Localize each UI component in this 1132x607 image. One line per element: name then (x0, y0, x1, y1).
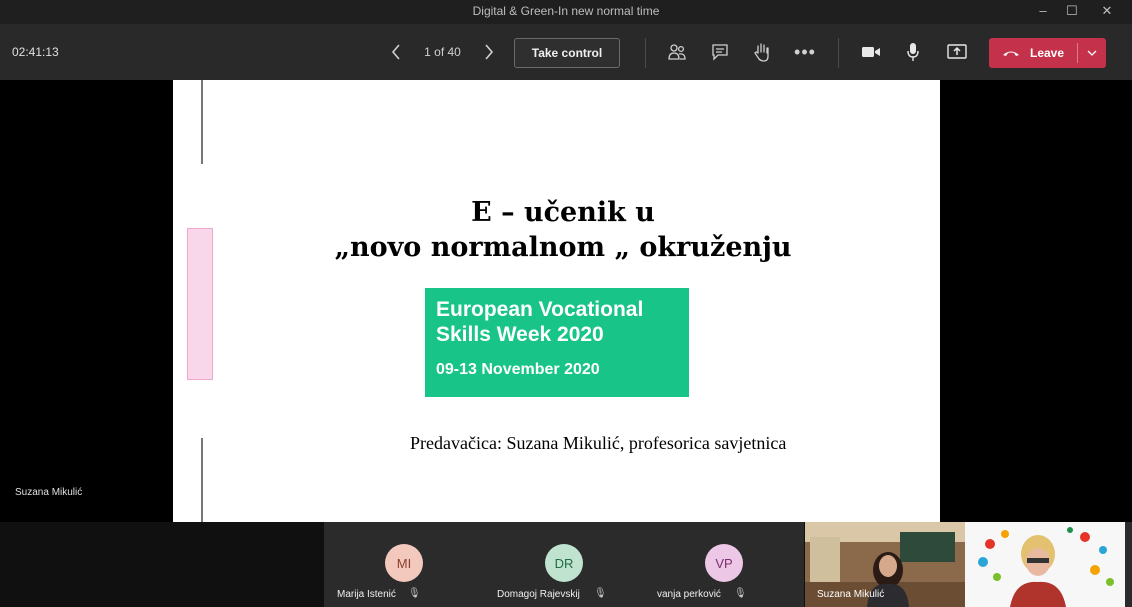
meeting-timer: 02:41:13 (12, 45, 59, 59)
people-icon (668, 44, 686, 60)
slide-counter: 1 of 40 (424, 45, 461, 59)
avatar: MI (385, 544, 423, 582)
raise-hand-button[interactable] (748, 38, 776, 66)
camera-icon (862, 47, 880, 57)
chevron-left-icon (391, 44, 400, 60)
participant-tile[interactable]: DR Domagoj Rajevskij 🎙 (484, 522, 644, 607)
video-tile-self[interactable] (965, 522, 1125, 607)
chevron-right-icon (485, 44, 494, 60)
chat-icon (712, 44, 728, 61)
toolbar-divider (645, 38, 646, 68)
share-screen-button[interactable] (943, 38, 971, 66)
more-options-button[interactable]: ••• (791, 38, 819, 66)
slide-decor-line (201, 80, 203, 164)
leave-options-button[interactable] (1078, 38, 1106, 68)
slide-title-line2: „novo normalnom „ okruženju (334, 232, 792, 263)
presentation-slide: E – učenik u „novo normalnom „ okruženju… (173, 80, 940, 522)
microphone-icon (907, 43, 919, 61)
avatar: VP (705, 544, 743, 582)
share-screen-icon (947, 44, 967, 59)
slide-presenter: Predavačica: Suzana Mikulić, profesorica… (410, 433, 787, 453)
previous-slide-button[interactable] (382, 38, 410, 66)
badge-dates: 09-13 November 2020 (436, 361, 600, 378)
shared-content-stage: E – učenik u „novo normalnom „ okruženju… (0, 80, 1132, 522)
leave-button[interactable]: Leave (989, 38, 1077, 68)
mic-muted-icon: 🎙 (734, 588, 747, 599)
stage-presenter-name: Suzana Mikulić (15, 487, 83, 498)
event-badge: European Vocational Skills Week 2020 09-… (425, 288, 689, 397)
participant-name: Domagoj Rajevskij (497, 589, 580, 600)
mic-muted-icon: 🎙 (408, 588, 421, 599)
chevron-down-icon (1087, 50, 1097, 56)
toolbar-divider (838, 38, 839, 68)
next-slide-button[interactable] (475, 38, 503, 66)
close-icon[interactable]: ✕ (1089, 0, 1125, 24)
avatar: DR (545, 544, 583, 582)
microphone-button[interactable] (899, 38, 927, 66)
participant-name: Marija Istenić (337, 589, 396, 600)
chat-button[interactable] (706, 38, 734, 66)
participant-name: Suzana Mikulić (817, 589, 885, 600)
participant-tile[interactable]: MI Marija Istenić 🎙 (324, 522, 484, 607)
more-dots-icon: ••• (794, 41, 816, 62)
slide-decor-line (201, 438, 203, 522)
camera-button[interactable] (857, 38, 885, 66)
leave-button-group: Leave (989, 38, 1106, 68)
video-tile-presenter[interactable]: Suzana Mikulić (805, 522, 965, 607)
mic-muted-icon: 🎙 (594, 588, 607, 599)
badge-line1: European Vocational (436, 298, 644, 321)
hang-up-icon (1002, 51, 1019, 56)
badge-line2: Skills Week 2020 (436, 323, 604, 346)
take-control-button[interactable]: Take control (514, 38, 620, 68)
window-titlebar: Digital & Green-In new normal time – ☐ ✕ (0, 0, 1132, 24)
participant-gallery: MI Marija Istenić 🎙 DR Domagoj Rajevskij… (0, 522, 1132, 607)
participant-name: vanja perković (657, 589, 721, 600)
gallery-scroll-edge (1125, 522, 1132, 607)
leave-label: Leave (1029, 46, 1065, 60)
slide-decor-bar (187, 228, 213, 380)
raise-hand-icon (754, 43, 769, 62)
meeting-toolbar: 02:41:13 1 of 40 Take control ••• Leave (0, 24, 1132, 80)
slide-title-line1: E – učenik u (471, 197, 655, 228)
maximize-icon[interactable]: ☐ (1054, 0, 1090, 24)
self-video-feed (965, 522, 1125, 607)
participants-button[interactable] (663, 38, 691, 66)
participant-tile[interactable]: VP vanja perković 🎙 (644, 522, 804, 607)
window-title: Digital & Green-In new normal time (472, 4, 660, 18)
